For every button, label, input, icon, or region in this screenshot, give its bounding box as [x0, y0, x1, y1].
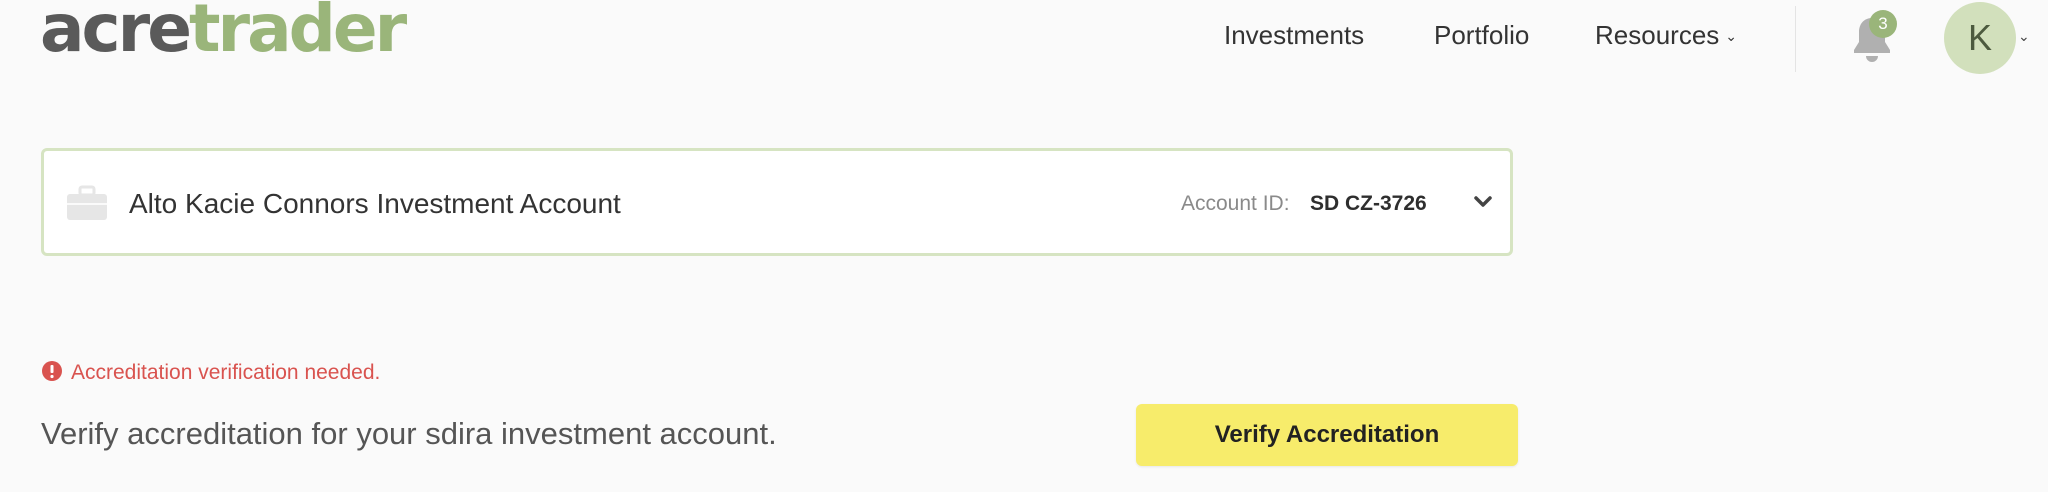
briefcase-icon [67, 185, 107, 220]
notification-count-badge: 3 [1869, 10, 1897, 38]
logo-text-acre: acre [40, 0, 192, 67]
nav-portfolio[interactable]: Portfolio [1434, 20, 1529, 51]
header-divider [1795, 6, 1796, 72]
verify-accreditation-button[interactable]: Verify Accreditation [1136, 404, 1518, 466]
nav-resources[interactable]: Resources ⌄ [1595, 20, 1737, 51]
account-id-value: SD CZ-3726 [1310, 192, 1427, 215]
exclamation-circle-icon [42, 361, 62, 381]
account-id-label: Account ID: [1181, 192, 1290, 215]
logo-text-trader: trader [188, 0, 407, 67]
accreditation-alert-message: Accreditation verification needed. [71, 361, 381, 384]
nav-investments[interactable]: Investments [1224, 20, 1364, 51]
chevron-down-icon: ⌄ [1725, 28, 1738, 44]
verify-accreditation-description: Verify accreditation for your sdira inve… [41, 416, 777, 451]
nav-resources-label: Resources [1595, 20, 1720, 50]
user-avatar[interactable]: K [1944, 2, 2016, 74]
account-title: Alto Kacie Connors Investment Account [129, 188, 621, 219]
chevron-down-icon[interactable]: ⌄ [2018, 28, 2030, 45]
acretrader-logo[interactable]: acretrader [40, 0, 407, 62]
account-selector-card[interactable]: Alto Kacie Connors Investment Account Ac… [41, 148, 1513, 256]
chevron-down-icon[interactable] [1472, 191, 1494, 213]
